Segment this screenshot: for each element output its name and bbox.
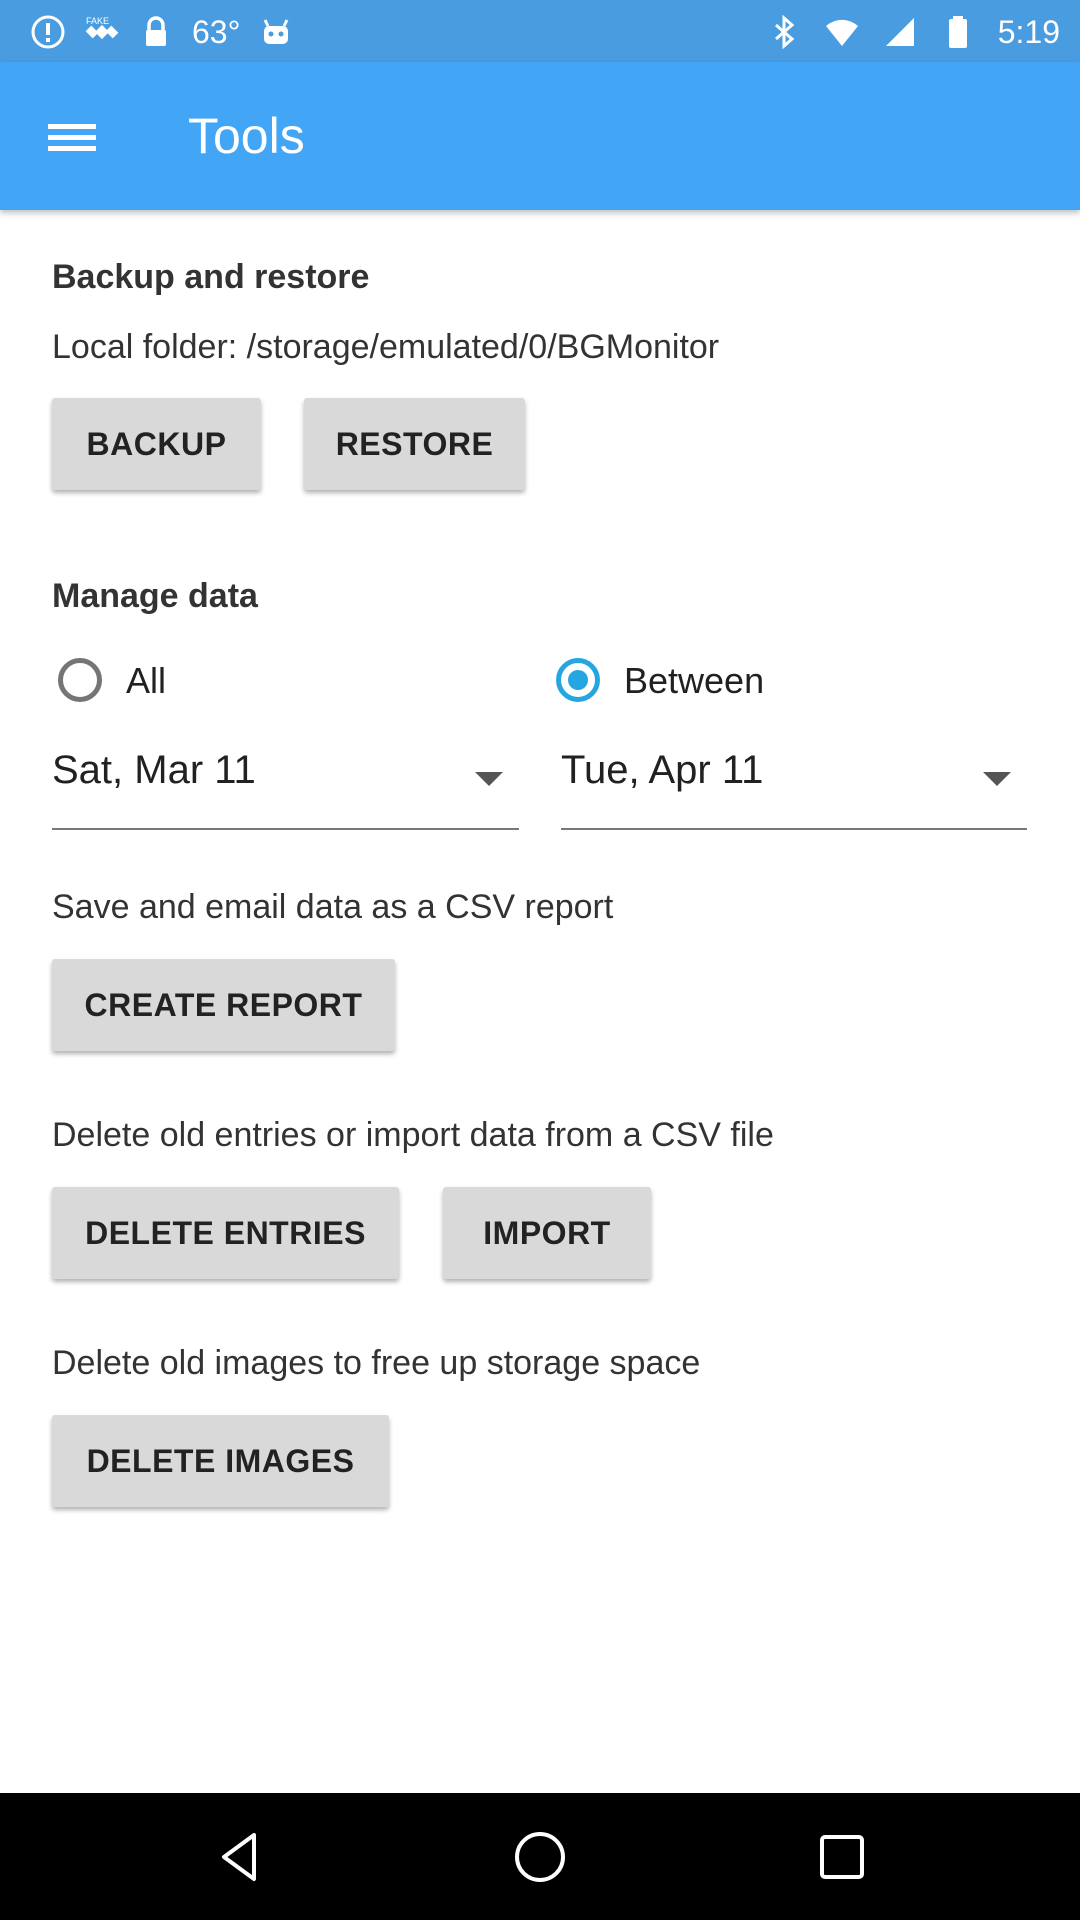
navigation-bar	[0, 1793, 1080, 1920]
android-icon	[258, 14, 294, 50]
back-icon[interactable]	[210, 1827, 270, 1887]
fake-gps-icon: FAKE	[84, 14, 120, 50]
dropdown-arrow-icon	[983, 772, 1011, 786]
svg-text:FAKE: FAKE	[86, 16, 109, 26]
delete-entries-button[interactable]: DELETE ENTRIES	[52, 1187, 399, 1279]
start-date-spinner[interactable]: Sat, Mar 11	[52, 736, 519, 830]
radio-between-circle[interactable]	[556, 658, 600, 702]
start-date-text: Sat, Mar 11	[52, 748, 256, 792]
battery-icon	[940, 14, 976, 50]
backup-restore-heading: Backup and restore	[52, 258, 370, 296]
app-bar: Tools	[0, 62, 1080, 210]
delete-images-button[interactable]: DELETE IMAGES	[52, 1415, 389, 1507]
delete-images-text: Delete old images to free up storage spa…	[52, 1344, 701, 1382]
signal-icon	[882, 14, 918, 50]
radio-all-label: All	[126, 660, 167, 701]
info-icon	[30, 14, 66, 50]
delete-entries-text: Delete old entries or import data from a…	[52, 1116, 774, 1154]
radio-between-label: Between	[624, 660, 765, 701]
radio-all[interactable]: All	[52, 652, 232, 708]
manage-data-heading: Manage data	[52, 577, 258, 615]
end-date-spinner[interactable]: Tue, Apr 11	[561, 736, 1027, 830]
radio-all-circle[interactable]	[58, 658, 102, 702]
hamburger-menu-icon[interactable]	[38, 102, 106, 170]
home-icon[interactable]	[510, 1827, 570, 1887]
page-title: Tools	[188, 108, 305, 164]
status-bar: FAKE 63° 5:19	[0, 0, 1080, 62]
temperature-text: 63°	[192, 13, 241, 50]
recents-icon[interactable]	[812, 1827, 872, 1887]
csv-report-text: Save and email data as a CSV report	[52, 888, 614, 926]
local-folder-text: Local folder: /storage/emulated/0/BGMoni…	[52, 328, 720, 366]
create-report-button[interactable]: CREATE REPORT	[52, 959, 395, 1051]
wifi-icon	[824, 14, 860, 50]
import-button[interactable]: IMPORT	[443, 1187, 651, 1279]
status-left-icons: FAKE 63°	[30, 12, 294, 52]
status-right-icons: 5:19	[766, 12, 1060, 52]
lock-icon	[138, 14, 174, 50]
end-date-text: Tue, Apr 11	[561, 748, 764, 792]
dropdown-arrow-icon	[475, 772, 503, 786]
bluetooth-icon	[766, 14, 802, 50]
clock-text: 5:19	[997, 13, 1060, 50]
restore-button[interactable]: RESTORE	[304, 398, 525, 490]
backup-button[interactable]: BACKUP	[52, 398, 261, 490]
tools-content: Backup and restore Local folder: /storag…	[0, 210, 1080, 1793]
radio-selected-dot	[568, 670, 588, 690]
radio-between[interactable]: Between	[550, 652, 810, 708]
